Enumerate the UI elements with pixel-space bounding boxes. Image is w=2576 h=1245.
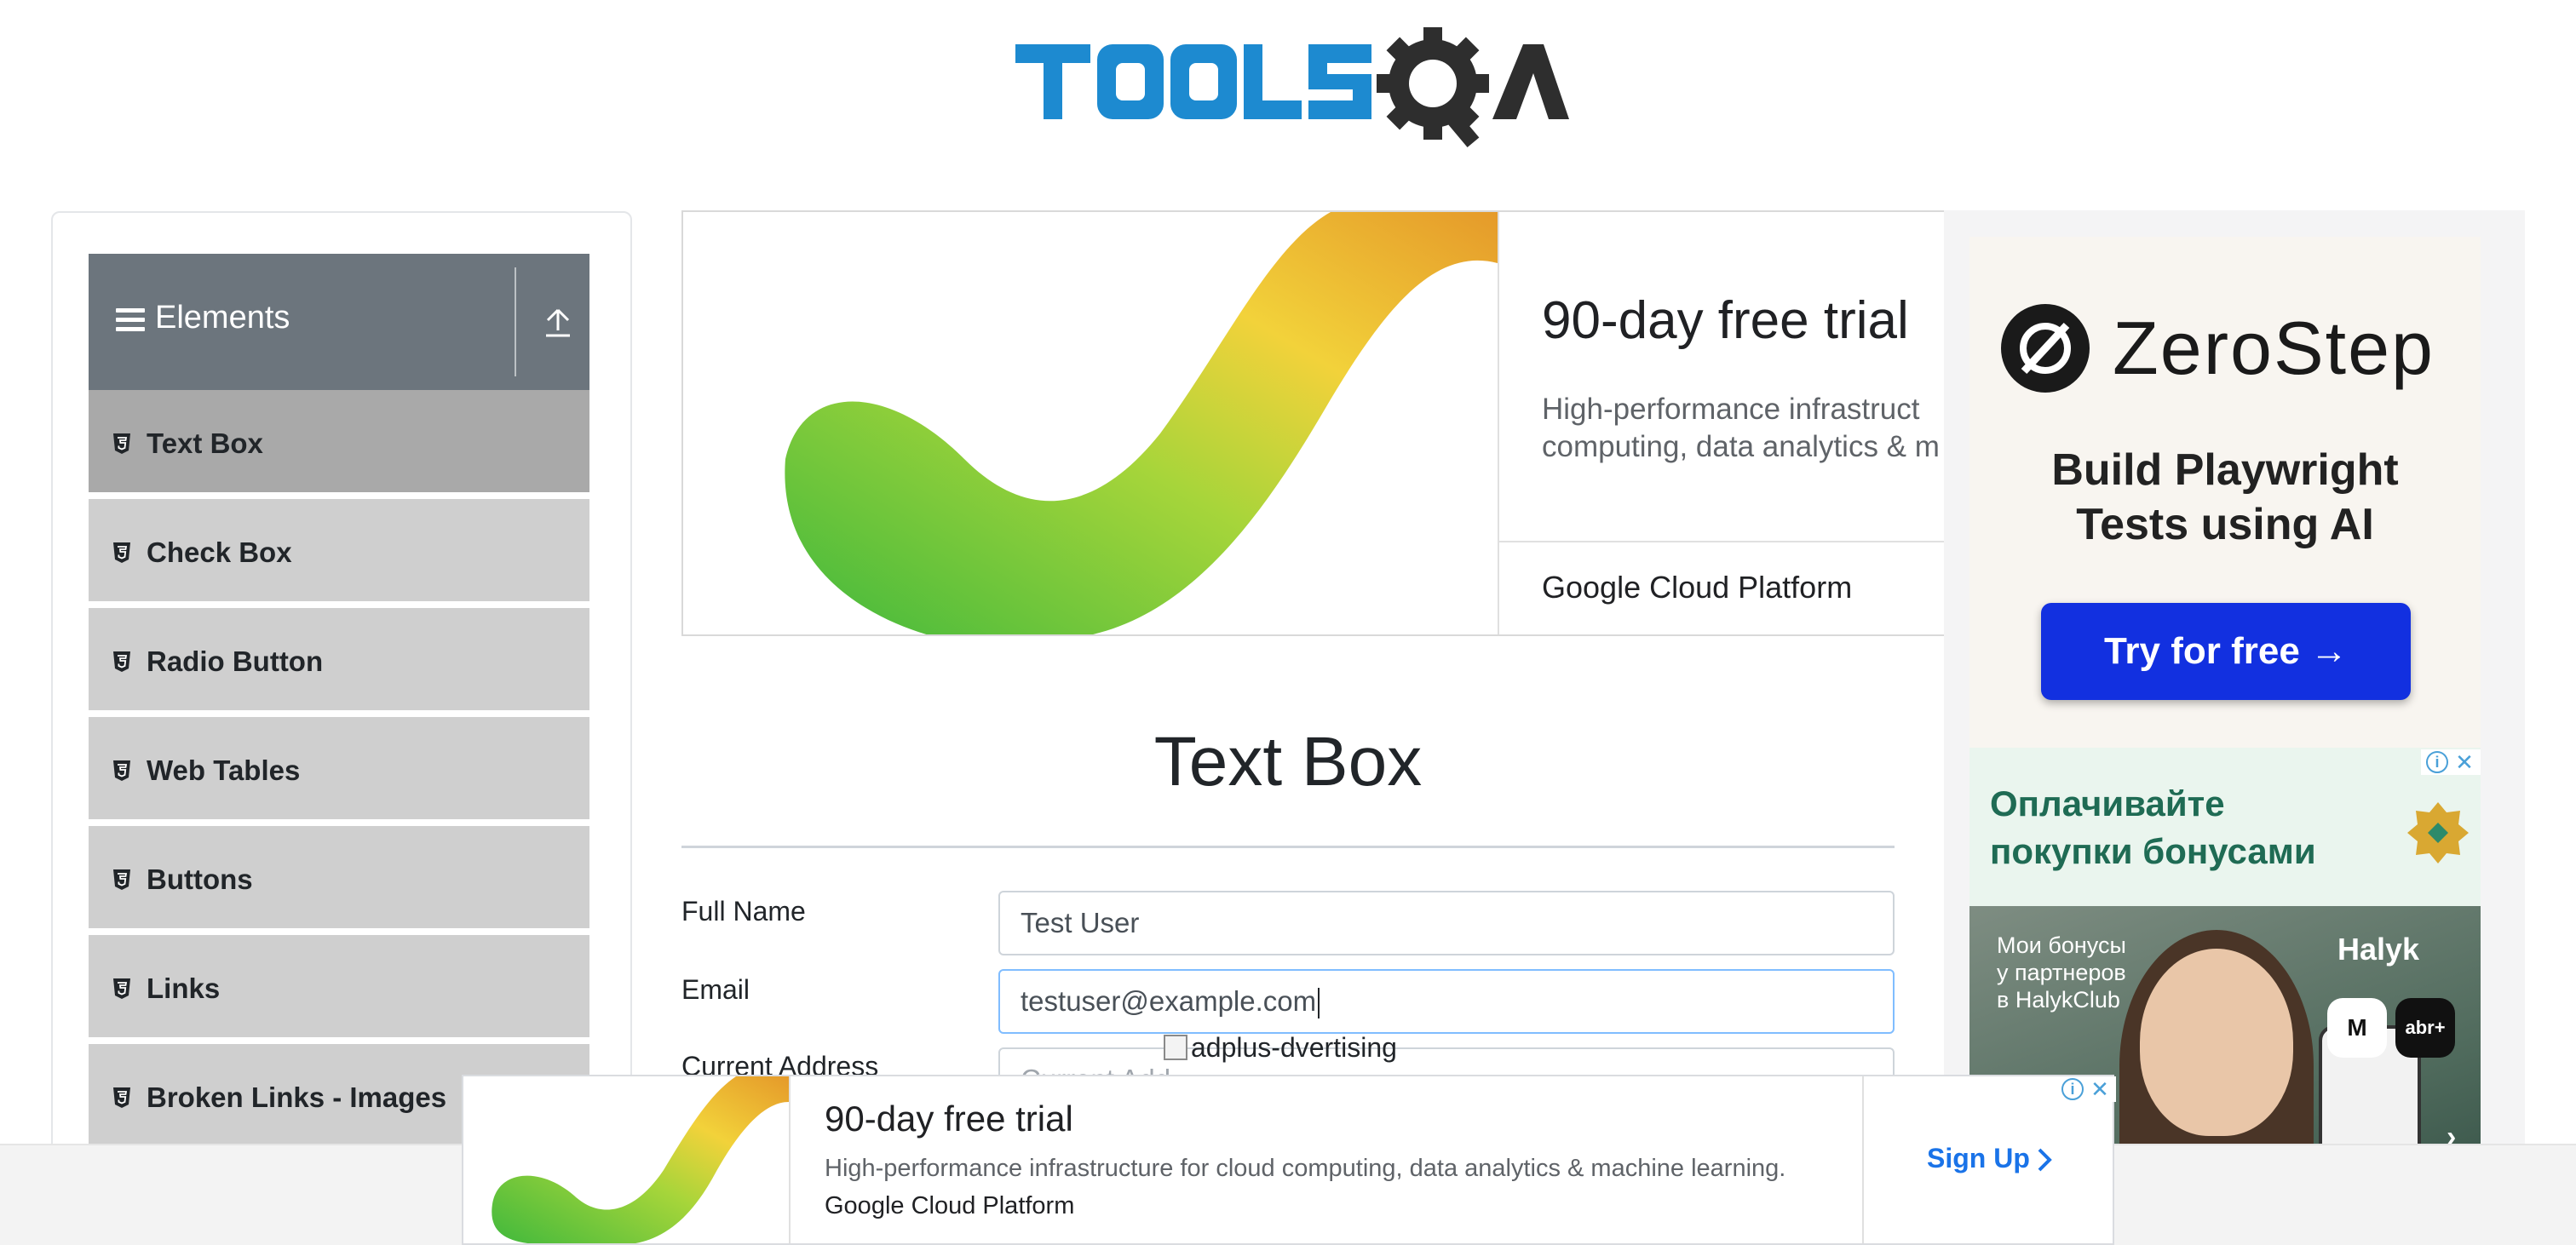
top-banner-ad[interactable]: 90-day free trial High-performance infra… bbox=[681, 210, 1947, 636]
ad-swoosh-image bbox=[683, 212, 1498, 634]
elements-group-title: Elements bbox=[155, 300, 290, 336]
sticky-ad-brand: Google Cloud Platform bbox=[825, 1192, 1075, 1219]
halyk-caption-line: Мои бонусы bbox=[1997, 932, 2126, 958]
ad-divider bbox=[1499, 541, 1946, 542]
halyk-headline: Оплачивайте покупки бонусами bbox=[1990, 780, 2316, 875]
html5-icon bbox=[113, 760, 130, 781]
partner-badge: M bbox=[2327, 998, 2387, 1058]
sticky-ad-title: 90-day free trial bbox=[825, 1099, 1073, 1139]
ad-swoosh-image bbox=[463, 1076, 789, 1243]
sign-up-link[interactable]: Sign Up bbox=[1927, 1143, 2052, 1174]
sidebar-item-label: Broken Links - Images bbox=[147, 1081, 447, 1113]
hamburger-icon bbox=[116, 308, 145, 334]
halyk-ad-header[interactable]: Оплачивайте покупки бонусами bbox=[1969, 748, 2481, 906]
ad-body-line: High-performance infrastruct bbox=[1542, 393, 1920, 426]
ad-body-line: computing, data analytics & m bbox=[1542, 430, 1940, 463]
halyk-star-icon bbox=[2407, 802, 2469, 863]
sidebar-item-text-box[interactable]: Text Box bbox=[89, 390, 589, 496]
try-for-free-button[interactable]: Try for free → bbox=[2041, 603, 2411, 700]
sidebar-item-label: Check Box bbox=[147, 536, 292, 568]
sign-up-label: Sign Up bbox=[1927, 1143, 2030, 1173]
sidebar-item-label: Text Box bbox=[147, 427, 263, 459]
sidebar-item-label: Radio Button bbox=[147, 645, 324, 677]
html5-icon bbox=[113, 869, 130, 890]
sidebar-item-buttons[interactable]: Buttons bbox=[89, 826, 589, 932]
sticky-adchoices-badge[interactable]: i ✕ bbox=[2056, 1076, 2116, 1102]
sticky-bottom-ad[interactable]: 90-day free trial High-performance infra… bbox=[462, 1075, 2114, 1245]
zerostep-ad[interactable]: ZeroStep Build Playwright Tests using AI… bbox=[1969, 237, 2481, 748]
sidebar-item-links[interactable]: Links bbox=[89, 935, 589, 1041]
ad-close-icon[interactable]: ✕ bbox=[2089, 1078, 2111, 1100]
sidebar-item-check-box[interactable]: Check Box bbox=[89, 499, 589, 605]
zerostep-headline-line: Build Playwright bbox=[2051, 445, 2399, 495]
sidebar-item-label: Links bbox=[147, 972, 221, 1004]
halyk-caption-line: у партнеров bbox=[1997, 960, 2126, 985]
ad-body: High-performance infrastruct computing, … bbox=[1542, 391, 1946, 466]
ad-close-icon[interactable]: ✕ bbox=[2453, 751, 2475, 773]
header-divider bbox=[515, 267, 516, 376]
halyk-brand: Halyk bbox=[2337, 932, 2420, 967]
text-caret bbox=[1318, 988, 1320, 1019]
full-name-input[interactable]: Test User bbox=[998, 891, 1895, 955]
ad-divider bbox=[1862, 1076, 1864, 1243]
sidebar-item-web-tables[interactable]: Web Tables bbox=[89, 717, 589, 823]
html5-icon bbox=[113, 1087, 130, 1108]
halyk-headline-line: покупки бонусами bbox=[1990, 831, 2316, 871]
partner-badge: abr+ bbox=[2395, 998, 2455, 1058]
title-divider bbox=[681, 846, 1895, 848]
full-name-label: Full Name bbox=[681, 896, 806, 927]
html5-icon bbox=[113, 542, 130, 563]
html5-icon bbox=[113, 978, 130, 999]
zerostep-logo-icon bbox=[2001, 304, 2090, 393]
email-label: Email bbox=[681, 974, 750, 1005]
full-name-value: Test User bbox=[1021, 907, 1140, 938]
ad-title: 90-day free trial bbox=[1542, 291, 1909, 350]
toolsqa-logo[interactable] bbox=[1015, 26, 1569, 153]
header bbox=[0, 0, 2576, 170]
broken-ad-image: adplus-dvertising bbox=[1164, 1032, 1397, 1064]
email-value: testuser@example.com bbox=[1021, 985, 1317, 1017]
sticky-ad-body: High-performance infrastructure for clou… bbox=[825, 1155, 1786, 1182]
html5-icon bbox=[113, 433, 130, 454]
adchoices-badge[interactable]: i ✕ bbox=[2421, 749, 2481, 775]
toolsqa-logo-graphic bbox=[1015, 27, 1569, 148]
halyk-photo-caption: Мои бонусы у партнеров в HalykClub bbox=[1997, 932, 2126, 1013]
chevron-right-icon bbox=[2038, 1148, 2052, 1172]
collapse-up-icon[interactable] bbox=[543, 305, 572, 339]
sidebar-item-label: Web Tables bbox=[147, 754, 301, 786]
sidebar-item-label: Buttons bbox=[147, 863, 253, 895]
halyk-caption-line: в HalykClub bbox=[1997, 987, 2120, 1013]
broken-image-alt: adplus-dvertising bbox=[1191, 1032, 1397, 1063]
ad-brand: Google Cloud Platform bbox=[1542, 570, 1853, 605]
ad-divider bbox=[789, 1076, 791, 1243]
ad-info-icon[interactable]: i bbox=[2426, 751, 2448, 773]
zerostep-headline-line: Tests using AI bbox=[2076, 500, 2374, 549]
broken-image-icon bbox=[1164, 1035, 1187, 1060]
halyk-headline-line: Оплачивайте bbox=[1990, 783, 2225, 823]
elements-group-header[interactable]: Elements bbox=[89, 254, 589, 390]
zerostep-brand: ZeroStep bbox=[2113, 306, 2435, 390]
email-input[interactable]: testuser@example.com bbox=[998, 969, 1895, 1034]
zerostep-headline: Build Playwright Tests using AI bbox=[1969, 443, 2481, 552]
page-title: Text Box bbox=[1153, 723, 1423, 800]
ad-info-icon[interactable]: i bbox=[2061, 1078, 2084, 1100]
ad-divider bbox=[1498, 212, 1499, 634]
ad-photo-face bbox=[2140, 949, 2293, 1136]
sidebar-item-radio-button[interactable]: Radio Button bbox=[89, 608, 589, 714]
html5-icon bbox=[113, 651, 130, 672]
